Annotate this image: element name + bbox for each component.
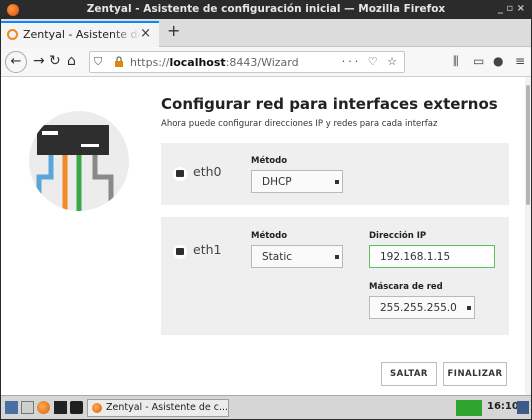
zentyal-favicon-icon xyxy=(7,29,18,40)
method-select-eth1[interactable]: Static xyxy=(251,245,343,268)
interface-name: eth0 xyxy=(193,164,222,179)
chevron-down-icon xyxy=(467,306,471,310)
tab-strip: Zentyal - Asistente de configuración ini… xyxy=(1,19,531,47)
lock-warning-icon[interactable] xyxy=(114,56,124,67)
window-title: Zentyal - Asistente de configuración ini… xyxy=(86,3,446,15)
menu-launcher-icon[interactable] xyxy=(5,401,18,414)
window-titlebar: Zentyal - Asistente de configuración ini… xyxy=(1,1,531,19)
terminal-icon[interactable] xyxy=(54,401,67,414)
forward-button[interactable]: → xyxy=(33,53,45,69)
page-scrollbar[interactable] xyxy=(525,77,531,395)
nav-bar: ← → ↻ ⌂ ⛉ https://localhost:8443/Wizard … xyxy=(1,47,531,77)
finish-button[interactable]: FINALIZAR xyxy=(443,362,507,386)
tracking-shield-icon[interactable]: ⛉ xyxy=(94,55,102,69)
page-subtitle: Ahora puede configurar direcciones IP y … xyxy=(161,119,438,129)
firefox-launcher-icon[interactable] xyxy=(37,401,50,414)
network-switch-icon xyxy=(29,111,129,211)
taskbar: Zentyal - Asistente de c... 16:10 xyxy=(1,395,531,419)
account-icon[interactable]: ● xyxy=(493,54,503,68)
method-label: Método xyxy=(251,156,288,166)
scrollbar-thumb[interactable] xyxy=(526,85,530,205)
netmask-select[interactable]: 255.255.255.0 xyxy=(369,296,475,319)
ip-address-input[interactable]: 192.168.1.15 xyxy=(369,245,495,268)
tab-zentyal[interactable]: Zentyal - Asistente de configuración ini… xyxy=(1,21,159,47)
chevron-down-icon xyxy=(335,180,339,184)
library-icon[interactable]: ⫼ xyxy=(453,54,459,69)
taskbar-task-firefox[interactable]: Zentyal - Asistente de c... xyxy=(87,399,229,417)
ethernet-port-icon xyxy=(173,245,187,259)
menu-icon[interactable]: ≡ xyxy=(515,54,525,68)
back-button[interactable]: ← xyxy=(5,51,27,73)
file-manager-icon[interactable] xyxy=(21,401,34,414)
wizard-page: Configurar red para interfaces externos … xyxy=(1,77,531,395)
new-tab-button[interactable]: + xyxy=(167,21,180,40)
method-select-eth0[interactable]: DHCP xyxy=(251,170,343,193)
ip-label: Dirección IP xyxy=(369,231,427,241)
url-bar[interactable]: ⛉ https://localhost:8443/Wizard ··· ♡ ☆ xyxy=(89,51,405,73)
ethernet-port-icon xyxy=(173,167,187,181)
url-text[interactable]: https://localhost:8443/Wizard xyxy=(130,56,299,69)
interface-card-eth1: eth1 Método Static Dirección IP 192.168.… xyxy=(161,217,509,335)
network-status-icon[interactable] xyxy=(456,400,482,416)
skip-button[interactable]: SALTAR xyxy=(381,362,437,386)
show-desktop-icon[interactable] xyxy=(517,401,529,414)
window-controls[interactable]: _ ▫ × xyxy=(498,3,525,14)
chevron-down-icon xyxy=(335,255,339,259)
interface-name: eth1 xyxy=(193,242,222,257)
desktop-icon[interactable] xyxy=(70,401,83,414)
page-title: Configurar red para interfaces externos xyxy=(161,95,498,113)
home-icon[interactable]: ⌂ xyxy=(67,53,76,69)
page-actions-icons[interactable]: ··· ♡ ☆ xyxy=(342,55,400,68)
sidebar-icon[interactable]: ▭ xyxy=(473,54,484,68)
firefox-icon xyxy=(92,403,102,413)
netmask-label: Máscara de red xyxy=(369,282,443,292)
method-label: Método xyxy=(251,231,288,241)
reload-icon[interactable]: ↻ xyxy=(49,53,61,69)
firefox-window: Zentyal - Asistente de configuración ini… xyxy=(0,0,532,420)
clock[interactable]: 16:10 xyxy=(487,401,519,412)
interface-card-eth0: eth0 Método DHCP xyxy=(161,143,509,205)
tab-close-icon[interactable]: × xyxy=(140,26,151,41)
